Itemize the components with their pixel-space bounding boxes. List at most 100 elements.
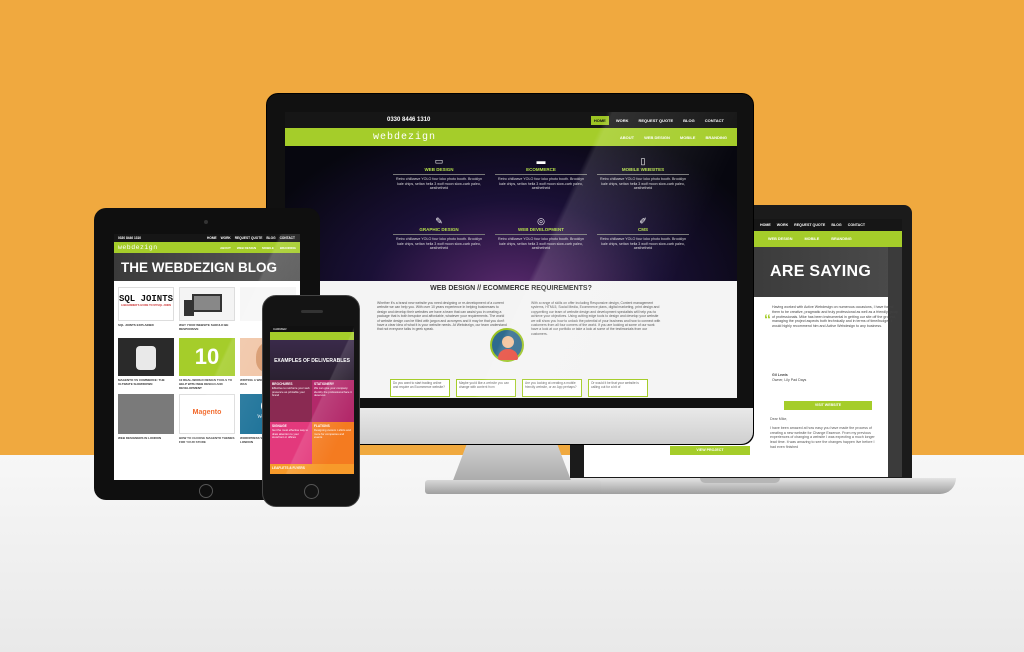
cta-boxes: Do you want to start trading online and … bbox=[390, 379, 648, 397]
testimonial-text: Having worked with Active Webdesign on n… bbox=[772, 305, 899, 329]
blog-post-caption[interactable]: HOW TO CHOOSE MAGENTO THEMES FOR YOUR ST… bbox=[179, 437, 235, 447]
cta-box[interactable]: Or would it be that your website is call… bbox=[588, 379, 648, 397]
menu-mobile[interactable]: MOBILE bbox=[804, 237, 819, 241]
deliverable-text: We can give your company identity the pr… bbox=[314, 386, 352, 398]
second-testimonial: Dear Mike, I have been amazed at how eas… bbox=[770, 417, 880, 466]
imac-top-bar: 0330 8446 1310 HOME WORK REQUEST QUOTE B… bbox=[285, 112, 737, 128]
blog-post-image[interactable]: 10 bbox=[179, 338, 235, 376]
blog-post-caption[interactable]: 10 REAL-WORLD DESIGN TOOLS TO HELP WITH … bbox=[179, 379, 235, 389]
home-button-icon[interactable] bbox=[199, 484, 213, 498]
menu-web-design[interactable]: WEB DESIGN bbox=[768, 237, 792, 241]
nav-quote-link[interactable]: REQUEST QUOTE bbox=[235, 236, 263, 240]
feature-title: ECOMMERCE bbox=[495, 167, 587, 175]
feature-web-design[interactable]: ▭ WEB DESIGN Retro chillwave YOLO four l… bbox=[393, 156, 485, 191]
nav-blog-link[interactable]: BLOG bbox=[680, 116, 698, 125]
nav-work-link[interactable]: WORK bbox=[777, 223, 788, 227]
deliverable-text: Effective to reinforce your web presence… bbox=[272, 386, 310, 398]
ipad-main-menu: ABOUT WEB DESIGN MOBILE BRANDING bbox=[220, 246, 296, 250]
nav-work-link[interactable]: WORK bbox=[613, 116, 632, 125]
cta-box[interactable]: Maybe you'd like a website you can chang… bbox=[456, 379, 516, 397]
nav-contact-link[interactable]: CONTACT bbox=[280, 236, 295, 240]
view-project-button[interactable]: VIEW PROJECT bbox=[670, 446, 750, 455]
menu-branding[interactable]: BRANDING bbox=[280, 246, 296, 250]
imac-stand bbox=[452, 445, 572, 483]
ipad-top-bar: 0330 8446 1310 HOME WORK REQUEST QUOTE B… bbox=[114, 234, 300, 242]
deliverable-title: LEAFLETS & FLYERS bbox=[272, 466, 305, 470]
feature-mobile-websites[interactable]: ▯ MOBILE WEBSITES Retro chillwave YOLO f… bbox=[597, 156, 689, 191]
feature-graphic-design[interactable]: ✎ GRAPHIC DESIGN Retro chillwave YOLO fo… bbox=[393, 216, 485, 251]
blog-title: THE WEBDEZIGN BLOG bbox=[121, 260, 277, 275]
menu-about[interactable]: ABOUT bbox=[220, 246, 231, 250]
imac-top-nav: HOME WORK REQUEST QUOTE BLOG CONTACT bbox=[590, 115, 727, 125]
feature-title: MOBILE WEBSITES bbox=[597, 167, 689, 175]
cta-box[interactable]: Do you want to start trading online and … bbox=[390, 379, 450, 397]
feature-text: Retro chillwave YOLO four loko photo boo… bbox=[497, 177, 585, 191]
feature-text: Retro chillwave YOLO four loko photo boo… bbox=[395, 237, 483, 251]
menu-web-design[interactable]: WEB DESIGN bbox=[644, 135, 670, 140]
nav-home-link[interactable]: HOME bbox=[760, 223, 771, 227]
card-icon: ▬ bbox=[536, 156, 546, 166]
home-button-icon[interactable] bbox=[304, 484, 319, 499]
nav-blog-link[interactable]: BLOG bbox=[266, 236, 275, 240]
menu-about[interactable]: ABOUT bbox=[620, 135, 634, 140]
nav-blog-link[interactable]: BLOG bbox=[831, 223, 841, 227]
nav-home-link[interactable]: HOME bbox=[590, 115, 609, 125]
blog-post-image[interactable] bbox=[118, 394, 174, 434]
blog-post-caption[interactable]: MAGENTO VS COMMERCE: THE ULTIMATE SHOWDO… bbox=[118, 379, 174, 389]
deliverable-stationery[interactable]: STATIONERY We can give your company iden… bbox=[312, 380, 354, 422]
mobile-icon: ▯ bbox=[640, 156, 646, 166]
nav-contact-link[interactable]: CONTACT bbox=[848, 223, 865, 227]
feature-ecommerce[interactable]: ▬ ECOMMERCE Retro chillwave YOLO four lo… bbox=[495, 156, 587, 191]
feature-text: Retro chillwave YOLO four loko photo boo… bbox=[497, 237, 585, 251]
monitor-icon: ▭ bbox=[434, 156, 444, 166]
section-heading: WEB DESIGN // ECOMMERCE REQUIREMENTS? bbox=[430, 285, 592, 292]
nav-contact-link[interactable]: CONTACT bbox=[702, 116, 727, 125]
deliverable-brochures[interactable]: BROCHURES Effective to reinforce your we… bbox=[270, 380, 312, 422]
feature-cms[interactable]: ✐ CMS Retro chillwave YOLO four loko pho… bbox=[597, 216, 689, 251]
menu-mobile[interactable]: MOBILE bbox=[262, 246, 274, 250]
blog-post-image[interactable]: Magento bbox=[179, 394, 235, 434]
site-logo[interactable]: webdezign bbox=[373, 132, 436, 143]
visit-website-button[interactable]: VISIT WEBSITE bbox=[784, 401, 872, 410]
site-logo[interactable]: webdezign bbox=[118, 244, 158, 251]
nav-home-link[interactable]: HOME bbox=[207, 236, 217, 240]
feature-title: WEB DEVELOPMENT bbox=[495, 227, 587, 235]
feature-title: GRAPHIC DESIGN bbox=[393, 227, 485, 235]
blog-post-image[interactable] bbox=[118, 338, 174, 376]
avatar bbox=[490, 328, 524, 362]
menu-mobile[interactable]: MOBILE bbox=[680, 135, 696, 140]
menu-branding[interactable]: BRANDING bbox=[831, 237, 851, 241]
deliverable-leaflets[interactable]: LEAFLETS & FLYERS bbox=[270, 464, 354, 474]
post-image-title: SQL JOINTS bbox=[119, 294, 174, 304]
nav-quote-link[interactable]: REQUEST QUOTE bbox=[636, 116, 677, 125]
globe-icon: ◎ bbox=[537, 216, 545, 226]
number-graphic: 10 bbox=[194, 344, 220, 369]
blog-post-image[interactable]: SQL JOINTS A BEGINNER'S GUIDE TO MYSQL J… bbox=[118, 287, 174, 321]
nav-work-link[interactable]: WORK bbox=[221, 236, 231, 240]
speaker-icon bbox=[301, 310, 323, 313]
imac-foot bbox=[425, 480, 601, 494]
deliverable-text: Designing custom t-shirts and more for c… bbox=[314, 428, 351, 440]
imac-header-bar: webdezign ABOUT WEB DESIGN MOBILE BRANDI… bbox=[285, 128, 737, 146]
menu-web-design[interactable]: WEB DESIGN bbox=[237, 246, 256, 250]
feature-text: Retro chillwave YOLO four loko photo boo… bbox=[599, 177, 687, 191]
menu-branding[interactable]: BRANDING bbox=[705, 135, 727, 140]
edit-icon: ✐ bbox=[639, 216, 647, 226]
laptop-page-title: ARE SAYING bbox=[770, 263, 872, 280]
nav-quote-link[interactable]: REQUEST QUOTE bbox=[794, 223, 825, 227]
deliverables-title: EXAMPLES OF DELIVERABLES bbox=[274, 358, 350, 364]
blog-post-image[interactable] bbox=[179, 287, 235, 321]
iphone-device: CARRIER EXAMPLES OF DELIVERABLES BROCHUR… bbox=[262, 295, 360, 507]
deliverable-signage[interactable]: SIGNAGE Get the most effective way to dr… bbox=[270, 422, 312, 464]
device-mockup-icon bbox=[192, 294, 222, 312]
second-testimonial-greeting: Dear Mike, bbox=[770, 417, 788, 421]
cta-box[interactable]: Are you looking at creating a mobile fri… bbox=[522, 379, 582, 397]
blog-post-caption[interactable]: WHY YOUR WEBSITE SHOULD BE RESPONSIVE bbox=[179, 324, 235, 334]
blog-post-caption[interactable]: SQL JOINTS EXPLAINED bbox=[118, 324, 174, 334]
feature-web-development[interactable]: ◎ WEB DEVELOPMENT Retro chillwave YOLO f… bbox=[495, 216, 587, 251]
intro-right-text: With a range of skills on offer includin… bbox=[531, 301, 661, 336]
feature-text: Retro chillwave YOLO four loko photo boo… bbox=[599, 237, 687, 251]
blog-post-caption[interactable]: WEB DESIGNERS IN LONDON bbox=[118, 437, 174, 447]
deliverable-flations[interactable]: FLATIONS Designing custom t-shirts and m… bbox=[312, 422, 354, 464]
ipad-header-bar: webdezign ABOUT WEB DESIGN MOBILE BRANDI… bbox=[114, 242, 300, 253]
